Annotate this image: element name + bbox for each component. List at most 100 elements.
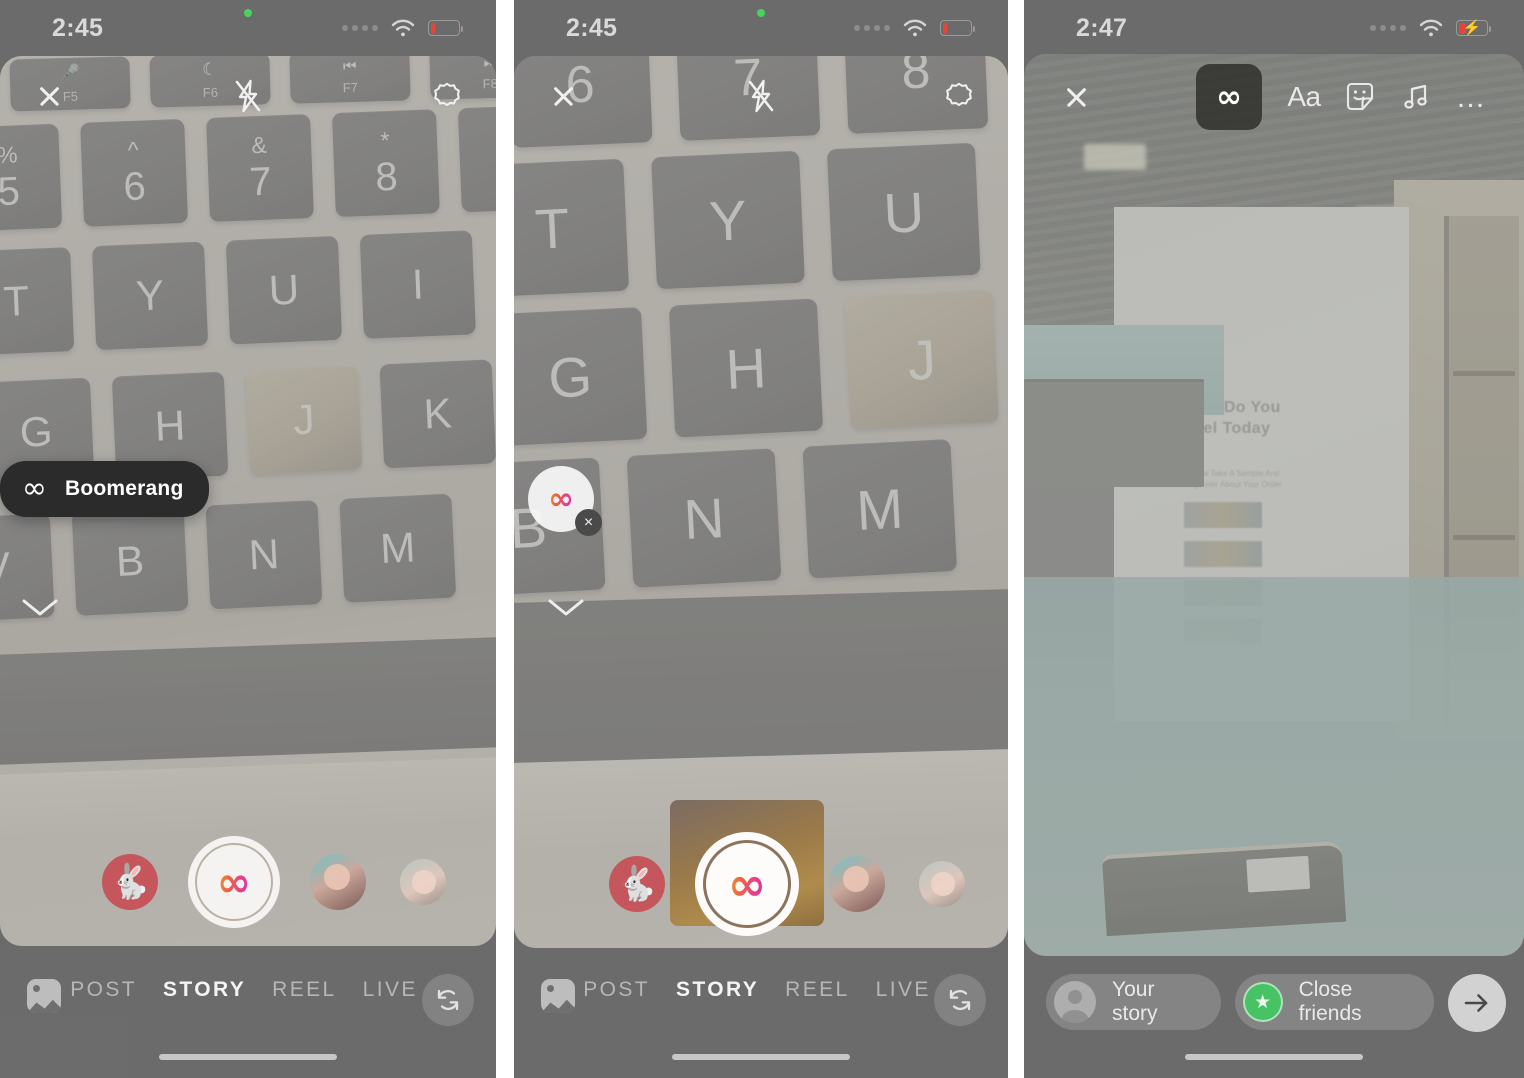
flash-button[interactable] xyxy=(738,73,784,119)
rabbit-icon: 🐇 xyxy=(615,865,659,903)
panel-3-story-editor: How Do You Feel Today ? Please Take A Sa… xyxy=(1024,0,1524,1078)
rabbit-icon: 🐇 xyxy=(108,863,152,901)
boomerang-tooltip-label: Boomerang xyxy=(65,477,184,500)
home-indicator xyxy=(159,1054,337,1060)
text-aa-icon: Aa xyxy=(1287,81,1321,112)
settings-gear-icon xyxy=(946,82,972,107)
status-time: 2:47 xyxy=(1076,13,1128,42)
camera-top-controls xyxy=(514,56,1008,136)
boomerang-active-badge[interactable]: ∞ × xyxy=(528,466,602,536)
screenshot-stage: 🎤F5 ☾F6 ⏮F7 ⏯F8 %5 ^6 &7 *8 (9 T Y U I xyxy=(0,0,1524,1078)
recording-indicator-dot xyxy=(757,9,765,17)
effect-portrait-1[interactable] xyxy=(829,856,885,912)
status-bar: 2:47 ⚡ xyxy=(1024,0,1524,56)
gallery-icon xyxy=(27,979,61,1013)
tab-story[interactable]: STORY xyxy=(163,978,246,1002)
shutter-button[interactable]: ∞ xyxy=(670,800,824,936)
effect-rabbit[interactable]: 🐇 xyxy=(102,854,158,910)
camera-viewport[interactable]: 🎤F5 ☾F6 ⏮F7 ⏯F8 %5 ^6 &7 *8 (9 T Y U I xyxy=(0,56,496,946)
settings-button[interactable] xyxy=(424,73,470,119)
more-tool-button[interactable]: … xyxy=(1444,69,1500,125)
green-star-icon: ★ xyxy=(1242,982,1283,1022)
camera-flip-icon xyxy=(949,989,971,1011)
status-time: 2:45 xyxy=(52,13,104,42)
camera-flip-button[interactable] xyxy=(422,974,474,1026)
camera-viewport[interactable]: 6 7 8 T Y U G H J B N M ∞ × 🐇 ∞ xyxy=(514,56,1008,948)
next-arrow-button[interactable] xyxy=(1448,974,1506,1032)
effect-portrait-1[interactable] xyxy=(310,854,366,910)
status-right-cluster xyxy=(342,19,463,37)
wifi-icon xyxy=(903,19,927,37)
music-tool-button[interactable] xyxy=(1388,69,1444,125)
close-button[interactable] xyxy=(1048,69,1104,125)
charging-bolt-icon: ⚡ xyxy=(1462,19,1482,37)
battery-low-icon xyxy=(428,20,463,36)
settings-button[interactable] xyxy=(936,73,982,119)
panel-gap-1 xyxy=(496,0,514,1078)
story-editor-toolbar: ∞ Aa … xyxy=(1024,54,1524,140)
tab-post[interactable]: POST xyxy=(583,978,650,1002)
close-button[interactable] xyxy=(540,73,586,119)
battery-low-icon xyxy=(940,20,975,36)
status-right-cluster: ⚡ xyxy=(1370,19,1491,37)
camera-flip-button[interactable] xyxy=(934,974,986,1026)
text-tool-button[interactable]: Aa xyxy=(1276,69,1332,125)
status-time: 2:45 xyxy=(566,13,618,42)
flash-button[interactable] xyxy=(225,73,271,119)
signal-dots-icon xyxy=(854,25,890,31)
your-story-button[interactable]: Your story xyxy=(1046,974,1221,1030)
panel-gap-2 xyxy=(1008,0,1024,1078)
tab-reel[interactable]: REEL xyxy=(272,978,336,1002)
music-note-icon xyxy=(1404,84,1427,109)
camera-top-controls xyxy=(0,56,496,136)
avatar xyxy=(1054,981,1096,1023)
tab-live[interactable]: LIVE xyxy=(876,978,931,1002)
shutter-button[interactable]: ∞ xyxy=(188,836,280,928)
close-icon xyxy=(550,83,576,109)
remove-boomerang-button[interactable]: × xyxy=(575,509,602,536)
sticker-tool-button[interactable] xyxy=(1332,69,1388,125)
status-bar: 2:45 xyxy=(0,0,496,56)
tab-reel[interactable]: REEL xyxy=(785,978,849,1002)
effect-rabbit[interactable]: 🐇 xyxy=(609,856,665,912)
tab-story[interactable]: STORY xyxy=(676,978,759,1002)
boomerang-tool-button[interactable]: ∞ xyxy=(1196,64,1262,130)
tab-post[interactable]: POST xyxy=(70,978,137,1002)
effects-carousel[interactable]: 🐇 ∞ xyxy=(0,818,496,946)
boomerang-tooltip[interactable]: ∞ Boomerang xyxy=(0,461,210,517)
close-friends-button[interactable]: ★ Close friends xyxy=(1234,974,1434,1030)
tab-live[interactable]: LIVE xyxy=(363,978,418,1002)
home-indicator xyxy=(672,1054,850,1060)
close-friends-label: Close friends xyxy=(1298,978,1362,1025)
mode-tabs: POST STORY REEL LIVE xyxy=(580,974,934,1002)
gallery-button[interactable] xyxy=(22,974,66,1018)
gallery-button[interactable] xyxy=(536,974,580,1018)
signal-dots-icon xyxy=(1370,25,1406,31)
wifi-icon xyxy=(1419,19,1443,37)
photo-haze-overlay xyxy=(1024,54,1524,956)
close-button[interactable] xyxy=(26,73,72,119)
chevron-down-icon[interactable] xyxy=(546,596,586,618)
settings-gear-icon xyxy=(434,82,460,107)
shutter-ring xyxy=(195,843,273,921)
infinity-icon: ∞ xyxy=(548,480,574,517)
story-preview-viewport[interactable]: How Do You Feel Today ? Please Take A Sa… xyxy=(1024,54,1524,956)
flash-off-icon xyxy=(748,79,774,113)
panel-1-camera-boomerang-tooltip: 🎤F5 ☾F6 ⏮F7 ⏯F8 %5 ^6 &7 *8 (9 T Y U I xyxy=(0,0,496,1078)
effect-portrait-2[interactable] xyxy=(400,859,446,905)
infinity-icon: ∞ xyxy=(22,471,47,506)
home-indicator xyxy=(1185,1054,1363,1060)
signal-dots-icon xyxy=(342,25,378,31)
shutter-ring xyxy=(703,840,791,928)
recording-indicator-dot xyxy=(244,9,252,17)
wifi-icon xyxy=(391,19,415,37)
status-right-cluster xyxy=(854,19,975,37)
camera-flip-icon xyxy=(437,989,459,1011)
close-icon xyxy=(1063,84,1089,110)
battery-charging-icon: ⚡ xyxy=(1456,19,1491,37)
sticker-smiley-icon xyxy=(1346,82,1374,111)
effect-portrait-2[interactable] xyxy=(919,861,965,907)
effects-carousel[interactable]: 🐇 ∞ xyxy=(514,800,1008,948)
more-dots-icon: … xyxy=(1455,80,1489,114)
chevron-down-icon[interactable] xyxy=(20,596,60,618)
